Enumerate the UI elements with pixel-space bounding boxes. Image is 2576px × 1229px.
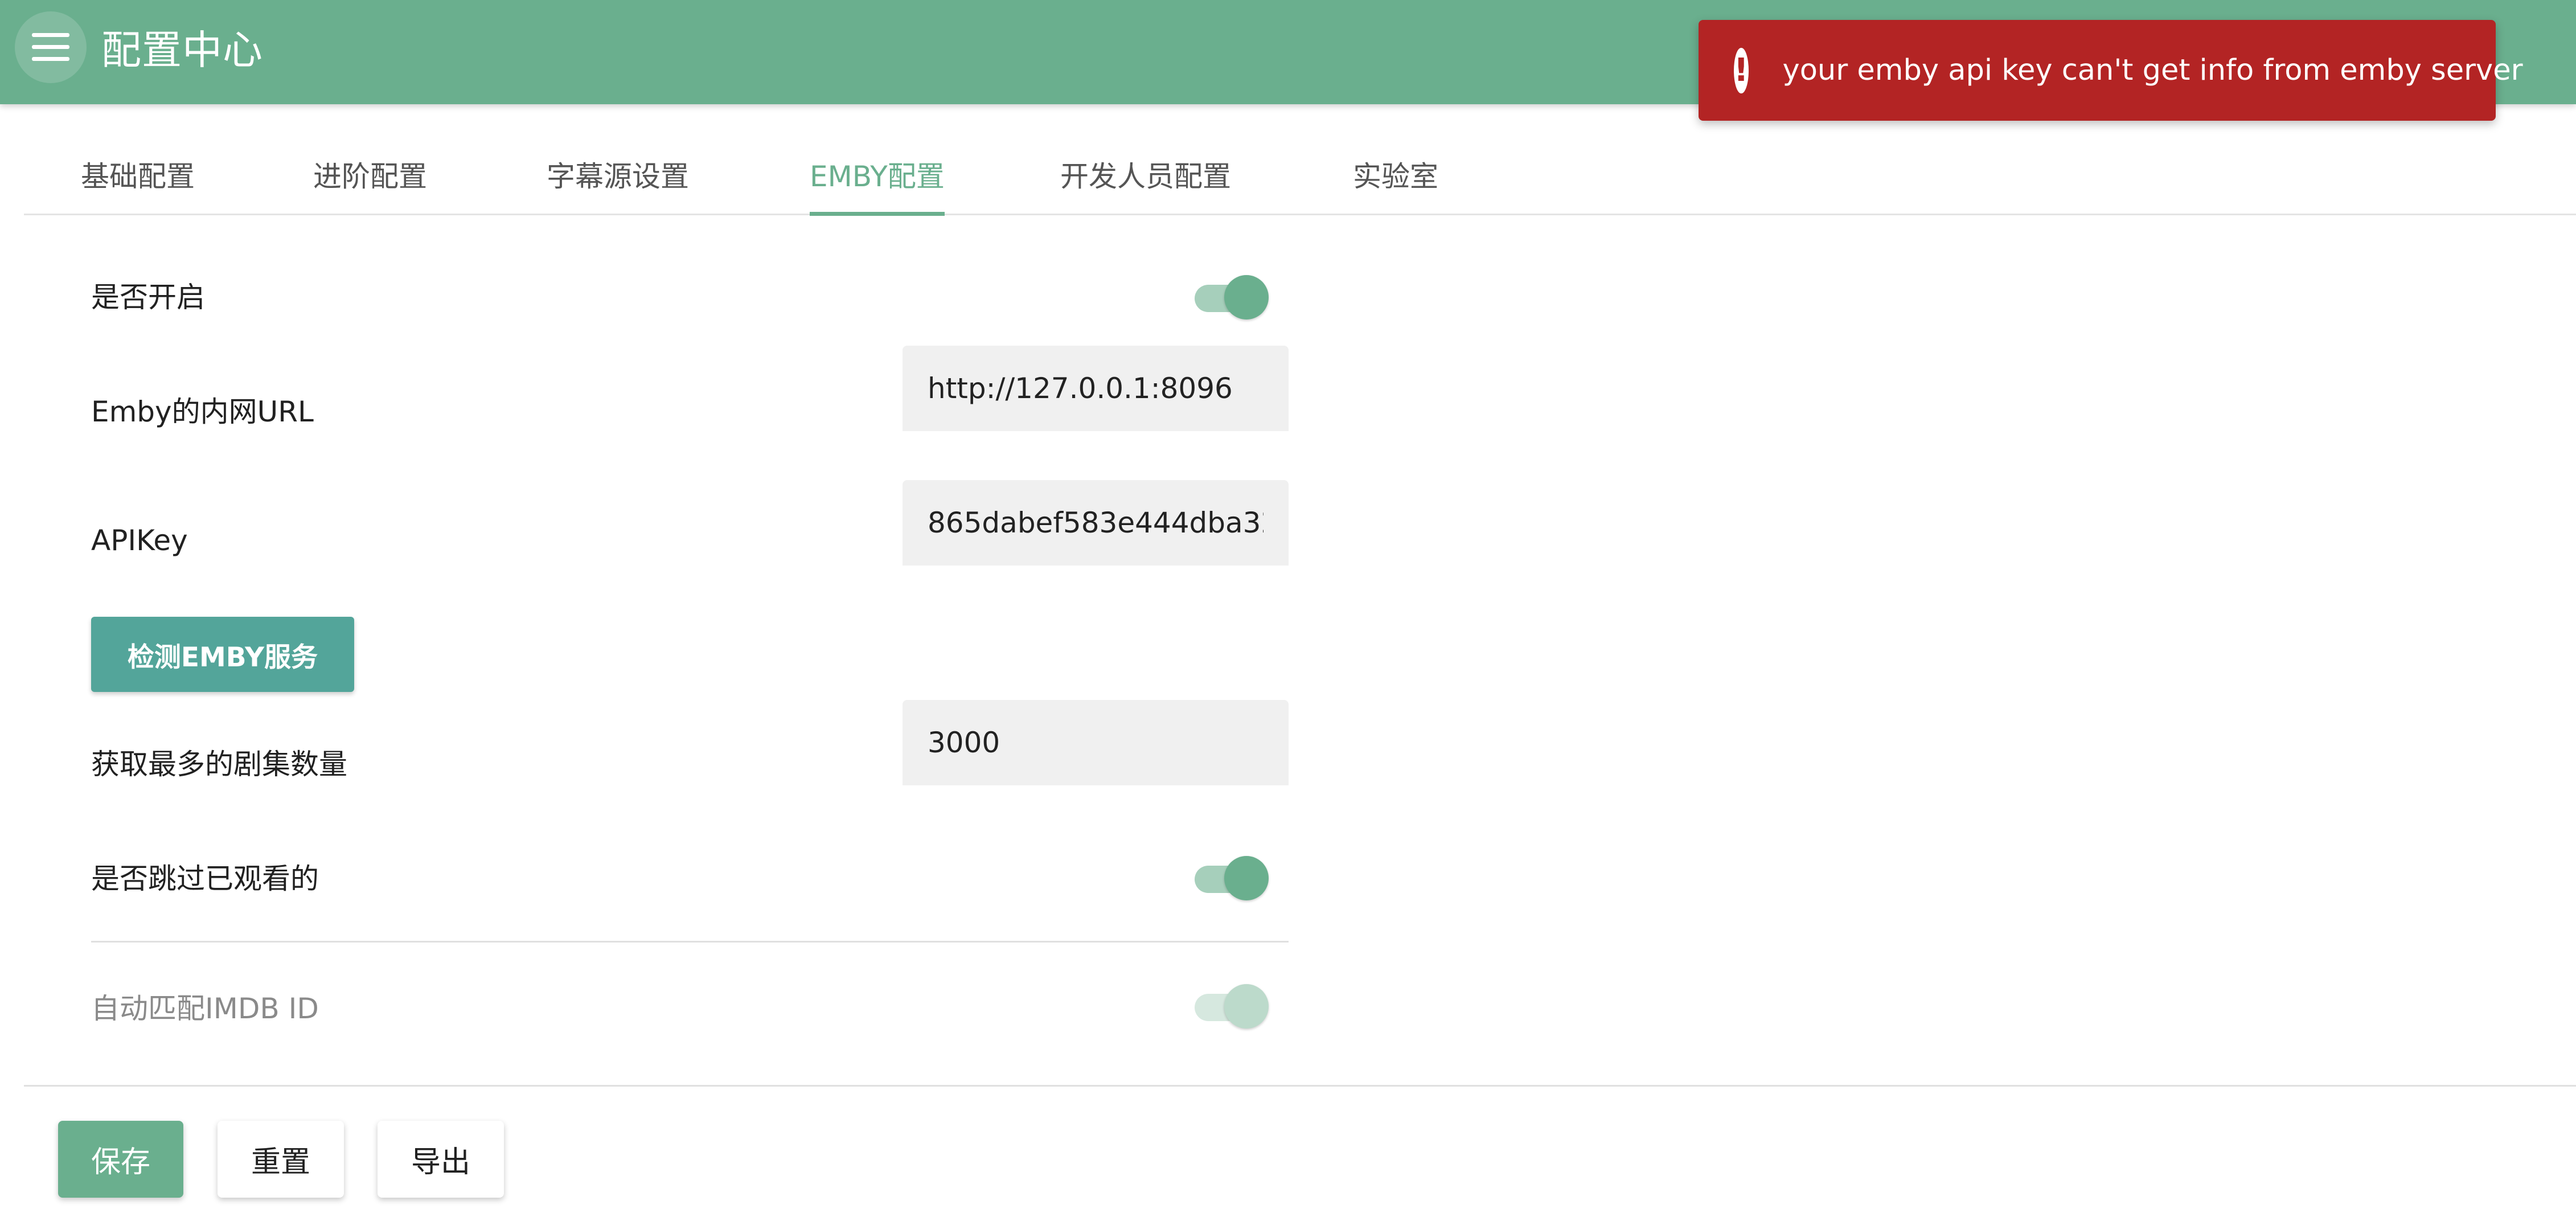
max-episodes-label: 获取最多的剧集数量 bbox=[91, 748, 347, 781]
api-key-label: APIKey bbox=[91, 524, 188, 557]
row-divider bbox=[91, 941, 1289, 943]
auto-imdb-label: 自动匹配IMDB ID bbox=[91, 992, 319, 1025]
toggle-thumb bbox=[1224, 275, 1269, 319]
config-tabs: 基础配置 进阶配置 字幕源设置 EMBY配置 开发人员配置 实验室 bbox=[24, 137, 2576, 216]
max-episodes-input[interactable] bbox=[903, 700, 1289, 785]
enable-label: 是否开启 bbox=[91, 281, 205, 314]
emby-url-label: Emby的内网URL bbox=[91, 395, 314, 428]
skip-watched-label: 是否跳过已观看的 bbox=[91, 862, 319, 895]
toggle-thumb bbox=[1224, 856, 1269, 900]
skip-watched-toggle[interactable] bbox=[1195, 854, 1269, 900]
menu-button[interactable] bbox=[15, 11, 87, 83]
toast-message: your emby api key can't get info from em… bbox=[1782, 54, 2523, 87]
error-toast[interactable]: ! your emby api key can't get info from … bbox=[1699, 20, 2523, 121]
tab-advanced[interactable]: 进阶配置 bbox=[313, 154, 427, 212]
save-button[interactable]: 保存 bbox=[58, 1121, 183, 1198]
check-emby-button[interactable]: 检测EMBY服务 bbox=[91, 617, 354, 692]
tab-lab[interactable]: 实验室 bbox=[1353, 154, 1438, 212]
tab-subtitle-sources[interactable]: 字幕源设置 bbox=[547, 154, 689, 212]
tab-emby[interactable]: EMBY配置 bbox=[810, 154, 945, 216]
reset-button[interactable]: 重置 bbox=[218, 1121, 344, 1198]
page-title: 配置中心 bbox=[101, 27, 263, 73]
tab-basic[interactable]: 基础配置 bbox=[81, 154, 195, 212]
actions-divider bbox=[24, 1085, 2576, 1087]
enable-toggle[interactable] bbox=[1195, 273, 1269, 319]
tab-developer[interactable]: 开发人员配置 bbox=[1060, 154, 1231, 212]
exclamation-circle-icon: ! bbox=[1734, 47, 1749, 93]
auto-imdb-toggle[interactable] bbox=[1195, 982, 1269, 1029]
emby-url-input[interactable] bbox=[903, 346, 1289, 431]
api-key-input[interactable] bbox=[903, 480, 1289, 566]
hamburger-menu-icon bbox=[32, 33, 69, 61]
toggle-thumb bbox=[1224, 984, 1269, 1029]
export-button[interactable]: 导出 bbox=[378, 1121, 504, 1198]
